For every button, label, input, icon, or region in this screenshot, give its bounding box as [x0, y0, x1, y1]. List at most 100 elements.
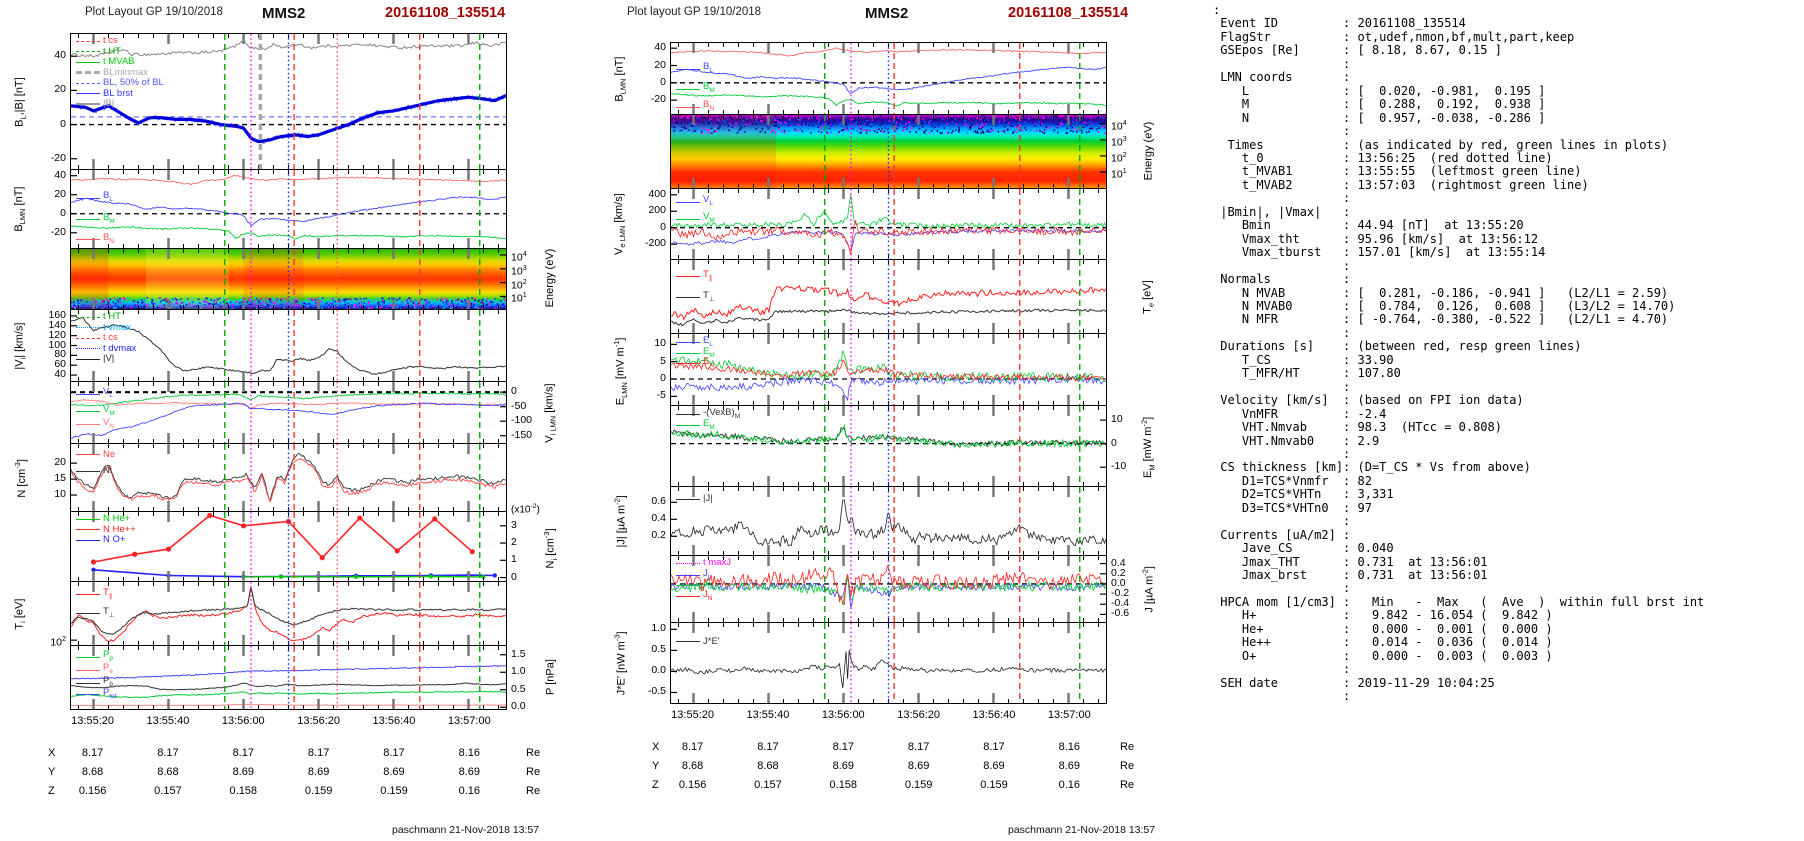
middle-panel-electron-spectrogram [670, 114, 1107, 189]
legend-entry: BN [676, 100, 714, 114]
middle-panel-j-mag [670, 486, 1107, 556]
legend-line-sample [676, 563, 700, 564]
legend-line-sample [676, 342, 700, 343]
legend-entry: T∥ [676, 270, 712, 284]
y-axis-label: J*E' [nW m-3] [613, 622, 628, 704]
ephemeris-unit: Re [1120, 779, 1134, 791]
legend-label: JN [703, 590, 712, 604]
ephemeris-value: 8.69 [1034, 760, 1104, 772]
legend-entry: EN [676, 357, 714, 371]
legend-line-sample [676, 414, 700, 415]
right-tick-label: 103 [1111, 134, 1127, 149]
legend-entry: VM [676, 212, 715, 226]
time-tick-label: 13:56:20 [884, 709, 954, 721]
legend-line-sample [676, 585, 700, 586]
y-axis-label: BLMN [nT] [613, 42, 627, 115]
ephemeris-value: 8.16 [1034, 741, 1104, 753]
ephemeris-value: 0.159 [959, 779, 1029, 791]
legend-label: T∥ [703, 270, 712, 284]
legend-entry: JN [676, 590, 712, 604]
legend-entry: VL [676, 195, 713, 209]
plot-credit-footer: paschmann 21-Nov-2018 13:57 [1008, 824, 1155, 836]
legend-line-sample [676, 89, 700, 90]
right-axis-label: EM [mW m-2] [1140, 406, 1157, 488]
ephemeris-value: 8.68 [733, 760, 803, 772]
event-info-panel: : Event ID : 20161108_135514 FlagStr : o… [1213, 4, 1704, 704]
ephemeris-value: 8.17 [658, 741, 728, 753]
right-axis-label: Energy (eV) [1142, 113, 1154, 188]
panel-plot-te [671, 260, 1106, 333]
panel-plot-b-lmn [671, 43, 1106, 114]
legend-label: J*E' [703, 637, 720, 647]
legend-entry: EM [676, 419, 715, 433]
legend-entry: t maxJ [676, 558, 731, 568]
panel-plot-j-lmn [671, 556, 1106, 622]
legend-line-sample [676, 499, 700, 500]
time-tick-label: 13:56:00 [808, 709, 878, 721]
legend-label: t maxJ [703, 558, 731, 568]
panel-plot-e-lmn [671, 334, 1106, 405]
ephemeris-value: 8.69 [959, 760, 1029, 772]
legend-entry: J*E' [676, 637, 720, 647]
right-tick-label: 10 [1111, 414, 1123, 425]
y-axis-label: Ve LMN [km/s] [613, 188, 627, 260]
app-window: Plot Layout GP 19/10/2018MMS220161108_13… [0, 0, 1804, 841]
legend-line-sample [676, 219, 700, 220]
ephemeris-value: 8.17 [884, 741, 954, 753]
ephemeris-value: 8.17 [808, 741, 878, 753]
right-tick-label: 102 [1111, 150, 1127, 165]
time-tick-label: 13:55:20 [658, 709, 728, 721]
ephemeris-value: 8.69 [884, 760, 954, 772]
ephemeris-value: 0.156 [658, 779, 728, 791]
legend-line-sample [676, 575, 700, 576]
legend-line-sample [676, 69, 700, 70]
legend-entry: |J| [676, 494, 713, 504]
panel-plot-electron-spectrogram [671, 115, 1106, 188]
ephemeris-value: 0.159 [884, 779, 954, 791]
legend-line-sample [676, 107, 700, 108]
ephemeris-unit: Re [1120, 741, 1134, 753]
right-tick-label: -10 [1111, 461, 1126, 472]
legend-label: EN [703, 357, 714, 371]
legend-line-sample [676, 276, 700, 277]
legend-entry: BL [676, 62, 713, 76]
plot-layout-label: Plot layout GP 19/10/2018 [627, 6, 761, 18]
legend-label: VM [703, 212, 715, 226]
legend-label: EM [703, 419, 715, 433]
right-axis-label: Te [eV] [1141, 259, 1155, 334]
legend-line-sample [676, 425, 700, 426]
panel-plot-j-dot-e [671, 623, 1106, 703]
middle-panel-te [670, 259, 1107, 334]
middle-panel-j-lmn [670, 555, 1107, 623]
legend-label: |J| [703, 494, 713, 504]
ephemeris-value: 8.69 [808, 760, 878, 772]
series-J_N [671, 565, 1106, 604]
ephemeris-unit: Re [1120, 760, 1134, 772]
legend-line-sample [676, 641, 700, 642]
right-tick-label: 104 [1111, 118, 1127, 133]
right-tick-label: 0 [1111, 438, 1117, 449]
ephemeris-value: 8.68 [658, 760, 728, 772]
ephemeris-value: 0.16 [1034, 779, 1104, 791]
panel-plot-j-mag [671, 487, 1106, 555]
event-id-label: 20161108_135514 [1008, 5, 1128, 21]
spacecraft-title: MMS2 [865, 5, 908, 22]
y-axis-label: |J| [µA m-2] [613, 486, 628, 556]
ephemeris-value: 8.17 [733, 741, 803, 753]
middle-panel-j-dot-e [670, 622, 1107, 704]
legend-line-sample [676, 353, 700, 354]
time-tick-label: 13:56:40 [959, 709, 1029, 721]
legend-line-sample [676, 202, 700, 203]
legend-label: BN [703, 100, 714, 114]
series-J*E' [671, 650, 1106, 688]
legend-line-sample [676, 297, 700, 298]
middle-panel-e-lmn [670, 333, 1107, 406]
ephemeris-value: 0.158 [808, 779, 878, 791]
right-axis-label: J [µA m-2] [1141, 555, 1156, 623]
time-tick-label: 13:57:00 [1034, 709, 1104, 721]
ephemeris-value: 0.157 [733, 779, 803, 791]
ephemeris-value: 8.17 [959, 741, 1029, 753]
middle-panel-b-lmn [670, 42, 1107, 115]
legend-line-sample [676, 363, 700, 364]
middle-panel-ve-lmn [670, 188, 1107, 260]
